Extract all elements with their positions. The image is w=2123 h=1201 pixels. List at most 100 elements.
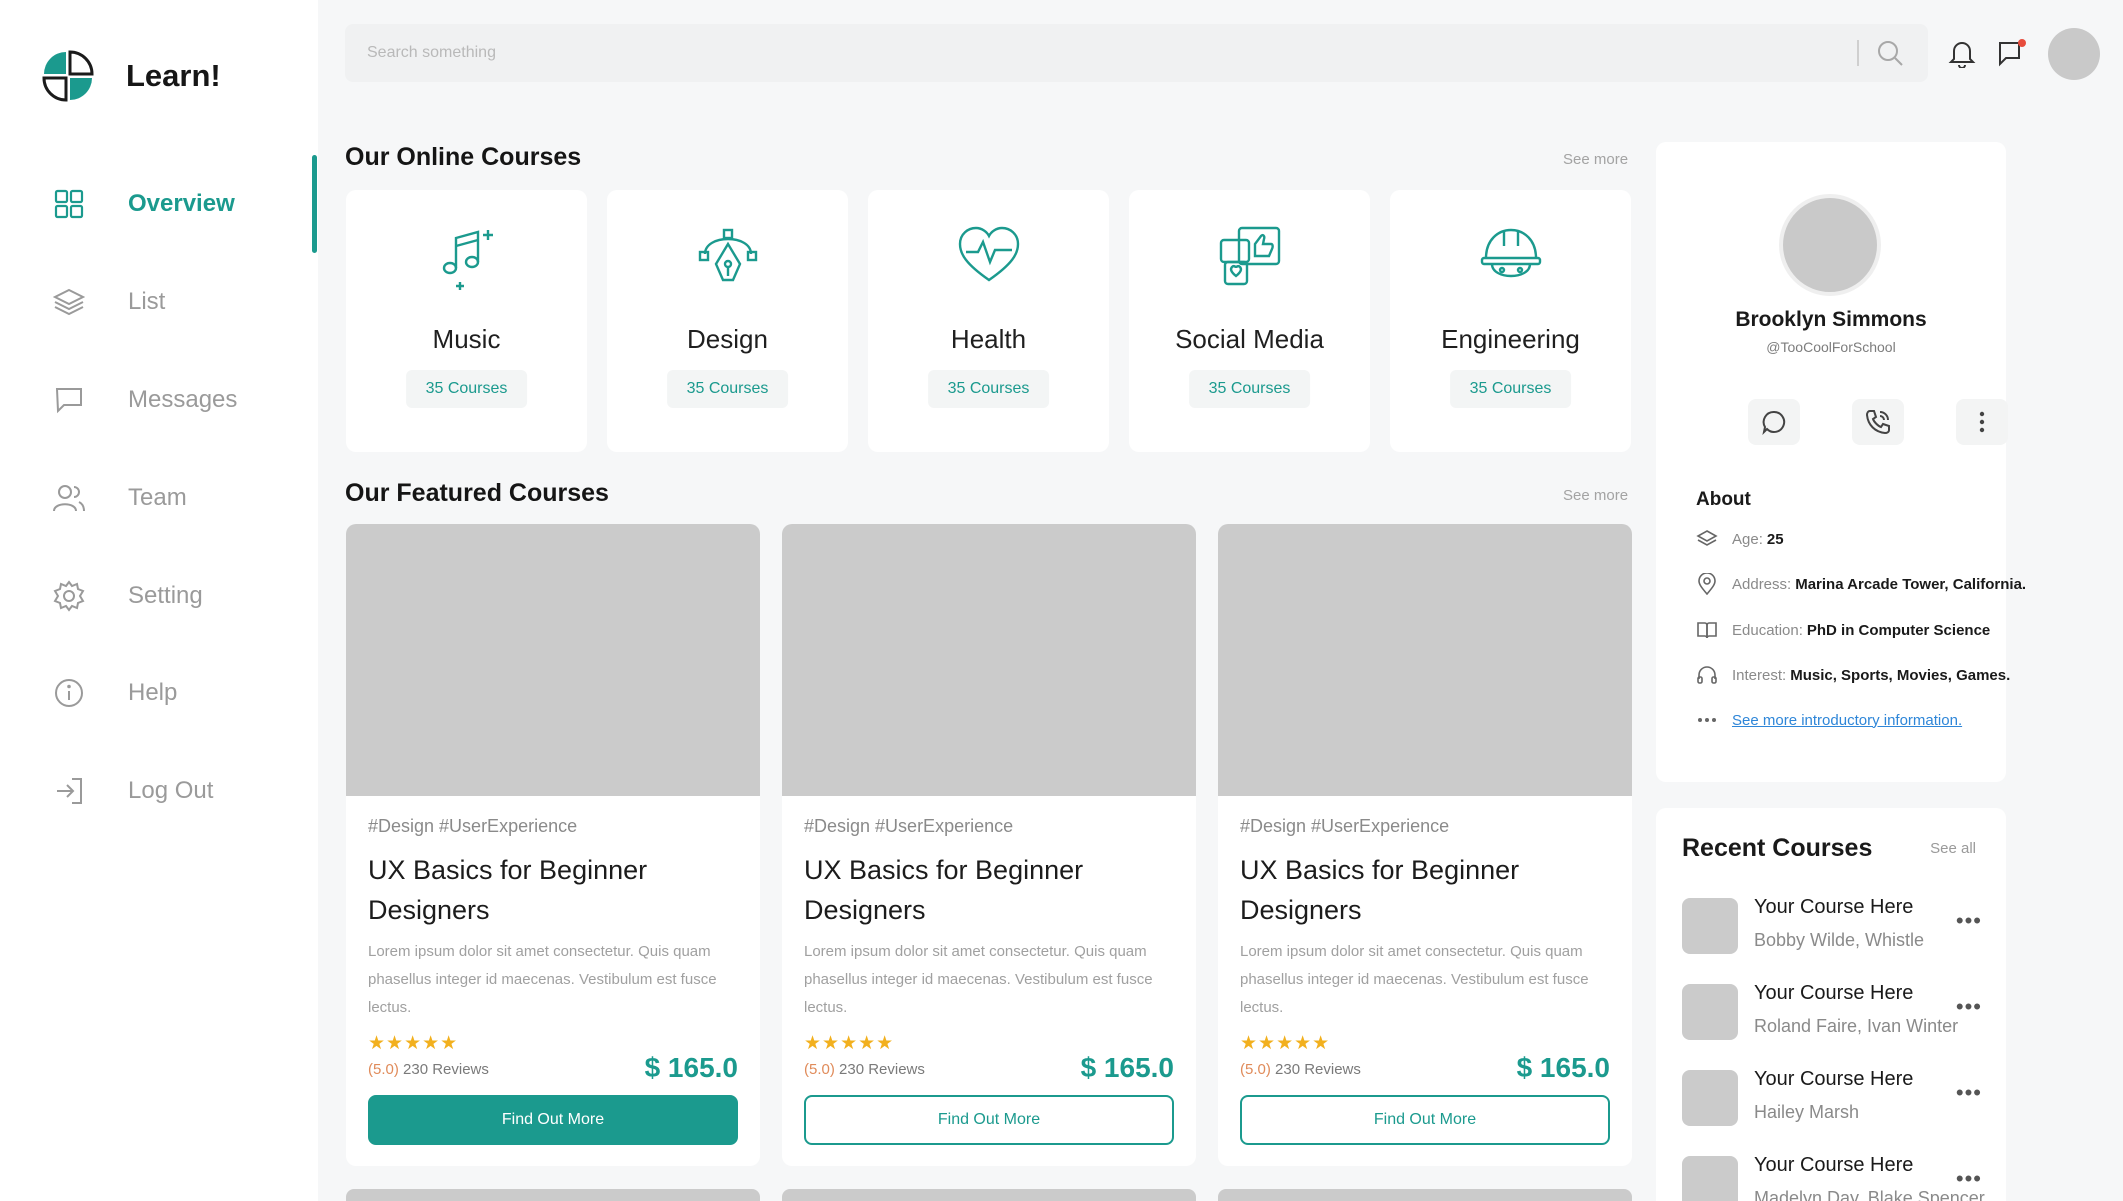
profile-name: Brooklyn Simmons — [1735, 308, 1927, 331]
category-card-engineering[interactable]: Engineering 35 Courses — [1390, 190, 1631, 452]
recent-course-item[interactable]: Your Course Here Roland Faire, Ivan Wint… — [1682, 980, 1982, 1040]
heartbeat-icon — [958, 226, 1020, 282]
recent-see-all-link[interactable]: See all — [1930, 840, 1976, 857]
sidebar-item-team[interactable]: Team — [52, 468, 312, 528]
recent-course-author: Bobby Wilde, Whistle — [1754, 930, 1925, 950]
search-icon[interactable] — [1875, 38, 1905, 68]
find-out-more-button[interactable]: Find Out More — [804, 1095, 1174, 1145]
recent-courses-panel: Recent Courses See all Your Course Here … — [1656, 808, 2006, 1201]
info-label: Education: — [1732, 621, 1803, 639]
location-pin-icon — [1696, 573, 1718, 595]
category-card-design[interactable]: Design 35 Courses — [607, 190, 848, 452]
info-interest: Interest: Music, Sports, Movies, Games. — [1696, 664, 2010, 686]
course-price: $ 165.0 — [1516, 1052, 1610, 1083]
recent-course-name: Your Course Here — [1754, 1068, 1914, 1090]
info-icon — [52, 676, 86, 710]
profile-message-button[interactable] — [1748, 399, 1800, 445]
category-name: Music — [432, 324, 501, 354]
rating-score: (5.0) — [804, 1061, 835, 1078]
recent-course-item[interactable]: Your Course Here Bobby Wilde, Whistle ••… — [1682, 894, 1982, 954]
find-out-more-button[interactable]: Find Out More — [368, 1095, 738, 1145]
search-bar — [345, 24, 1928, 82]
chat-notification-icon[interactable] — [1997, 38, 2027, 68]
recent-course-item[interactable]: Your Course Here Hailey Marsh ••• — [1682, 1066, 1982, 1126]
layers-icon — [52, 285, 86, 319]
info-value: PhD in Computer Science — [1806, 621, 1991, 639]
sidebar-item-setting[interactable]: Setting — [52, 566, 312, 626]
category-count-badge: 35 Courses — [405, 370, 528, 408]
book-icon — [1696, 619, 1718, 641]
sidebar-item-overview[interactable]: Overview — [52, 174, 312, 234]
search-divider — [1857, 40, 1859, 66]
brand-name: Learn! — [126, 58, 221, 93]
brand-logo[interactable]: Learn! — [40, 48, 221, 104]
course-card-next-row — [782, 1189, 1196, 1201]
find-out-more-button[interactable]: Find Out More — [1240, 1095, 1610, 1145]
info-value: Music, Sports, Movies, Games. — [1790, 666, 2011, 684]
headphones-icon — [1696, 664, 1718, 686]
see-more-info-link[interactable]: See more introductory information. — [1732, 712, 1962, 729]
course-rating: (5.0) 230 Reviews — [368, 1061, 489, 1078]
sidebar-item-label: List — [128, 288, 166, 315]
sidebar-item-help[interactable]: Help — [52, 663, 312, 723]
course-card-next-row — [346, 1189, 760, 1201]
category-name: Engineering — [1441, 324, 1580, 354]
info-label: Interest: — [1732, 666, 1787, 684]
info-label: Address: — [1732, 575, 1792, 593]
course-thumbnail[interactable] — [782, 524, 1196, 796]
sidebar-item-messages[interactable]: Messages — [52, 370, 312, 430]
star-rating-icon: ★★★★★ — [804, 1033, 895, 1054]
course-title[interactable]: UX Basics for Beginner Designers — [804, 850, 1174, 930]
online-see-more-link[interactable]: See more — [1563, 151, 1628, 168]
star-rating-icon: ★★★★★ — [368, 1033, 459, 1054]
logo-icon — [42, 50, 94, 102]
social-media-icon — [1219, 226, 1281, 286]
info-address: Address: Marina Arcade Tower, California. — [1696, 573, 2026, 595]
profile-handle: @TooCoolForSchool — [1766, 339, 1896, 355]
course-rating: (5.0) 230 Reviews — [1240, 1061, 1361, 1078]
profile-more-button[interactable] — [1956, 399, 2008, 445]
bell-icon[interactable] — [1947, 38, 1977, 69]
more-vertical-icon — [1979, 411, 1985, 433]
review-count: 230 Reviews — [839, 1061, 925, 1078]
more-horizontal-icon[interactable]: ••• — [1956, 1080, 1982, 1106]
course-title[interactable]: UX Basics for Beginner Designers — [1240, 850, 1610, 930]
sidebar-item-logout[interactable]: Log Out — [52, 761, 312, 821]
course-thumbnail[interactable] — [1218, 524, 1632, 796]
recent-course-item[interactable]: Your Course Here Madelyn Day, Blake Spen… — [1682, 1152, 1985, 1201]
category-card-health[interactable]: Health 35 Courses — [868, 190, 1109, 452]
course-card: #Design #UserExperience UX Basics for Be… — [346, 524, 760, 1166]
info-age: Age: 25 — [1696, 528, 1784, 550]
sidebar: Learn! Overview List Messages Team Setti… — [0, 0, 318, 1201]
profile-avatar[interactable] — [1779, 194, 1881, 296]
active-indicator — [312, 155, 317, 253]
sidebar-item-label: Team — [128, 484, 187, 511]
category-name: Design — [687, 324, 768, 354]
recent-course-thumbnail — [1682, 1156, 1738, 1201]
category-name: Social Media — [1175, 324, 1324, 354]
featured-see-more-link[interactable]: See more — [1563, 487, 1628, 504]
more-horizontal-icon[interactable]: ••• — [1956, 1166, 1982, 1192]
info-label: Age: — [1732, 530, 1763, 548]
pen-tool-icon — [698, 228, 758, 282]
recent-course-thumbnail — [1682, 984, 1738, 1040]
course-thumbnail[interactable] — [346, 524, 760, 796]
sidebar-item-list[interactable]: List — [52, 272, 312, 332]
review-count: 230 Reviews — [1275, 1061, 1361, 1078]
course-title[interactable]: UX Basics for Beginner Designers — [368, 850, 738, 930]
category-card-social-media[interactable]: Social Media 35 Courses — [1129, 190, 1370, 452]
recent-course-author: Madelyn Day, Blake Spencer — [1754, 1188, 1985, 1201]
search-input[interactable] — [367, 24, 1827, 82]
category-card-music[interactable]: Music 35 Courses — [346, 190, 587, 452]
more-horizontal-icon[interactable]: ••• — [1956, 908, 1982, 934]
helmet-icon — [1480, 228, 1542, 278]
profile-call-button[interactable] — [1852, 399, 1904, 445]
rating-score: (5.0) — [1240, 1061, 1271, 1078]
sidebar-item-label: Setting — [128, 582, 203, 609]
course-tags: #Design #UserExperience — [368, 816, 578, 836]
more-horizontal-icon[interactable]: ••• — [1956, 994, 1982, 1020]
team-icon — [52, 481, 86, 515]
course-card: #Design #UserExperience UX Basics for Be… — [1218, 524, 1632, 1166]
grid-icon — [52, 187, 86, 221]
user-avatar[interactable] — [2048, 28, 2100, 80]
